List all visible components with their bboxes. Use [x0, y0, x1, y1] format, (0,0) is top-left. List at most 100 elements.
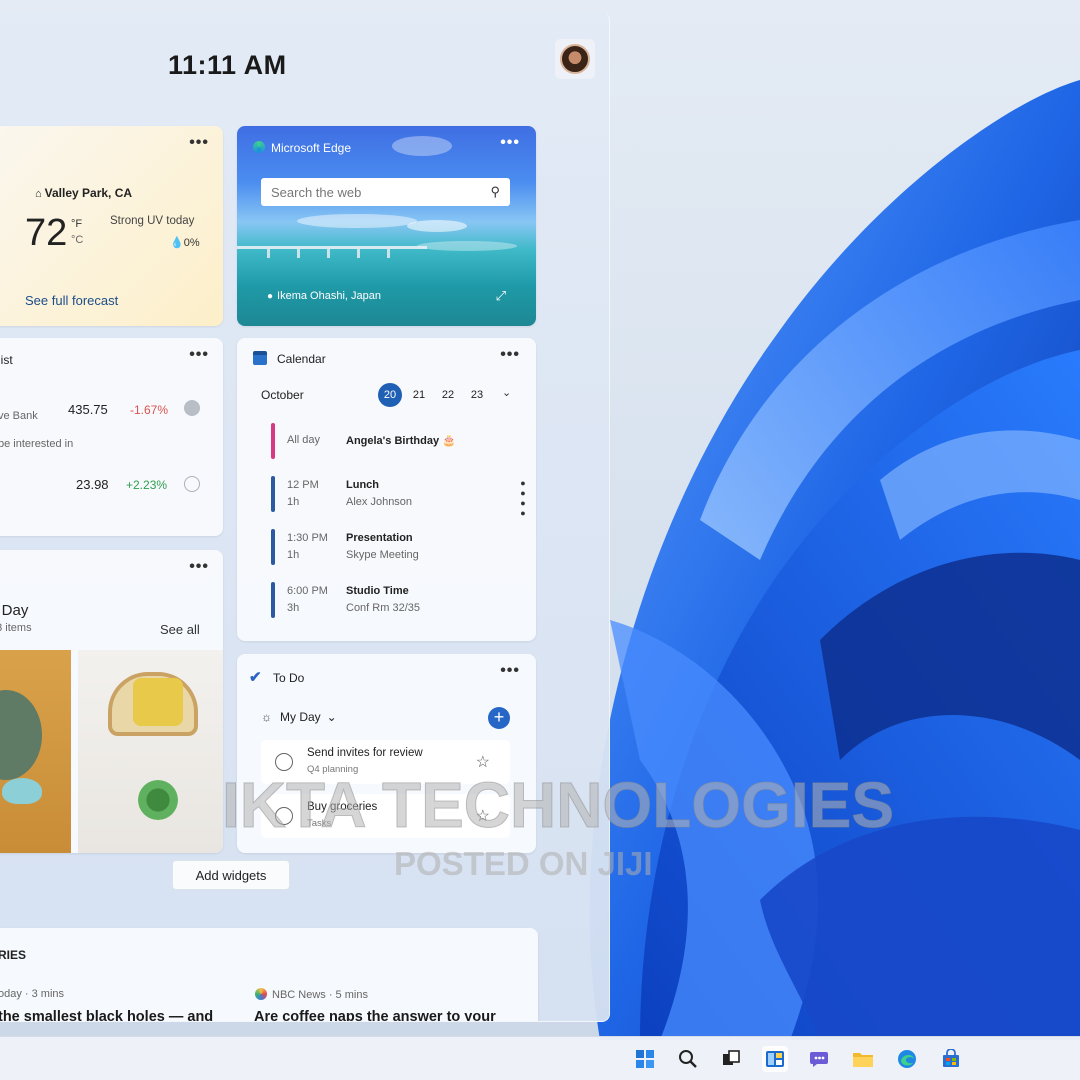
calendar-day[interactable]: 23	[465, 383, 489, 407]
event-duration: 3h	[287, 602, 300, 614]
image-location[interactable]: ● Ikema Ohashi, Japan	[267, 290, 381, 302]
todo-title: To Do	[273, 671, 305, 685]
calendar-more-button[interactable]: •••	[500, 347, 520, 363]
story-headline[interactable]: Are coffee naps the answer to your	[254, 1009, 496, 1021]
photo-pillow	[133, 678, 183, 726]
image-location-text: Ikema Ohashi, Japan	[277, 290, 381, 302]
watermark-title: IKTA TECHNOLOGIES	[222, 769, 895, 842]
vertical-more-icon[interactable]: ● ● ● ●	[520, 478, 526, 518]
weather-location-text: Valley Park, CA	[44, 186, 133, 200]
event-color-bar	[271, 476, 275, 512]
event-name: Angela's Birthday 🎂	[346, 435, 456, 447]
stock-change-positive: +2.23%	[126, 478, 168, 492]
calendar-day[interactable]: 21	[407, 383, 431, 407]
web-search-input[interactable]: Search the web ⚲	[261, 178, 510, 206]
weather-more-button[interactable]: •••	[189, 135, 209, 151]
file-explorer-icon[interactable]	[850, 1046, 876, 1072]
store-icon[interactable]	[938, 1046, 964, 1072]
calendar-day[interactable]: 22	[436, 383, 460, 407]
photos-count: 13 items	[0, 622, 32, 634]
calendar-event[interactable]: 6:00 PM 3h Studio Time Conf Rm 32/35	[271, 582, 501, 622]
event-time: 12 PM	[287, 479, 319, 491]
calendar-icon	[253, 351, 267, 365]
stories-heading: RIES	[0, 948, 27, 962]
event-detail: Skype Meeting	[346, 549, 419, 561]
calendar-month: October	[261, 388, 304, 402]
chevron-down-icon: ⌄	[326, 710, 337, 724]
taskbar	[0, 1036, 1080, 1080]
expand-icon[interactable]: ⤢	[496, 288, 506, 304]
search-icon[interactable]	[675, 1046, 701, 1072]
calendar-title: Calendar	[277, 352, 326, 366]
avatar-image	[560, 44, 590, 74]
calendar-event[interactable]: All day Angela's Birthday 🎂	[271, 423, 501, 463]
calendar-event[interactable]: 1:30 PM 1h Presentation Skype Meeting	[271, 529, 501, 569]
photo-teapot	[2, 778, 42, 804]
story-source-text: NBC News · 5 mins	[272, 989, 368, 1001]
sun-icon: ☼	[261, 710, 272, 724]
edge-widget[interactable]: Microsoft Edge ••• Search the web ⚲ ● Ikem…	[237, 126, 536, 326]
weather-temperature: 72	[25, 212, 68, 254]
home-icon: ⌂	[35, 188, 42, 200]
event-name: Studio Time	[346, 585, 409, 597]
event-color-bar	[271, 529, 275, 565]
check-icon[interactable]	[184, 400, 200, 416]
event-detail: Conf Rm 32/35	[346, 602, 420, 614]
top-stories-widget[interactable]: RIES oday · 3 mins the smallest black ho…	[0, 928, 538, 1021]
user-avatar[interactable]	[555, 39, 595, 79]
photo-thumbnail[interactable]	[0, 650, 71, 853]
add-task-button[interactable]: +	[488, 707, 510, 729]
unit-celsius[interactable]: °C	[71, 234, 83, 246]
droplet-icon: 💧	[170, 237, 184, 249]
see-full-forecast-link[interactable]: See full forecast	[25, 293, 118, 308]
weather-precipitation: 💧0%	[170, 236, 200, 249]
chat-icon[interactable]	[806, 1046, 832, 1072]
edge-logo-icon	[253, 141, 265, 153]
photos-widget[interactable]: ••• s Day 13 items See all	[0, 550, 223, 853]
stock-change-negative: -1.67%	[130, 403, 169, 417]
start-icon[interactable]	[632, 1046, 658, 1072]
photo-plant	[138, 780, 178, 820]
watchlist-title: list	[0, 353, 13, 367]
add-widgets-button[interactable]: Add widgets	[172, 860, 290, 890]
widgets-icon[interactable]	[762, 1046, 788, 1072]
precip-value: 0%	[183, 237, 200, 249]
chevron-down-icon[interactable]: ⌄	[502, 386, 511, 399]
edge-more-button[interactable]: •••	[500, 135, 520, 151]
clock: 11:11 AM	[168, 50, 287, 80]
photos-title: s Day	[0, 602, 29, 619]
unit-fahrenheit[interactable]: °F	[71, 218, 82, 230]
see-all-link[interactable]: See all	[160, 622, 200, 637]
photos-more-button[interactable]: •••	[189, 559, 209, 575]
story-headline[interactable]: the smallest black holes — and	[0, 1009, 213, 1021]
calendar-day-selected[interactable]: 20	[378, 383, 402, 407]
stock-price: 435.75	[68, 402, 108, 417]
location-pin-icon: ●	[267, 291, 274, 302]
todo-list-name: My Day	[280, 710, 321, 724]
event-time: 1:30 PM	[287, 532, 328, 544]
weather-location: ⌂ Valley Park, CA	[35, 186, 132, 200]
todo-more-button[interactable]: •••	[500, 663, 520, 679]
calendar-event[interactable]: 12 PM 1h Lunch Alex Johnson	[271, 476, 501, 516]
stock-price: 23.98	[76, 477, 109, 492]
weather-widget[interactable]: ••• ⌂ Valley Park, CA 72 °F °C Strong UV …	[0, 126, 223, 326]
edge-brand-text: Microsoft Edge	[271, 141, 352, 155]
event-detail: Alex Johnson	[346, 496, 413, 508]
todo-list-selector[interactable]: ☼ My Day ⌄	[261, 710, 337, 724]
edge-browser-icon[interactable]	[894, 1046, 920, 1072]
task-view-icon[interactable]	[718, 1046, 744, 1072]
search-icon[interactable]: ⚲	[490, 184, 500, 200]
watchlist-widget[interactable]: list ••• ve Bank 435.75 -1.67% be intere…	[0, 338, 223, 536]
add-stock-icon[interactable]	[184, 476, 200, 492]
story-source: oday · 3 mins	[0, 988, 65, 1000]
event-color-bar	[271, 582, 275, 618]
event-time: 6:00 PM	[287, 585, 328, 597]
edge-brand: Microsoft Edge	[253, 141, 351, 155]
event-name: Lunch	[346, 479, 379, 491]
search-placeholder: Search the web	[271, 185, 362, 200]
watchlist-more-button[interactable]: •••	[189, 347, 209, 363]
event-color-bar	[271, 423, 275, 459]
watermark-subtitle: POSTED ON JIJI	[394, 845, 653, 882]
photo-thumbnail[interactable]	[78, 650, 223, 853]
calendar-widget[interactable]: Calendar ••• October 20 21 22 23 ⌄ All d…	[237, 338, 536, 641]
